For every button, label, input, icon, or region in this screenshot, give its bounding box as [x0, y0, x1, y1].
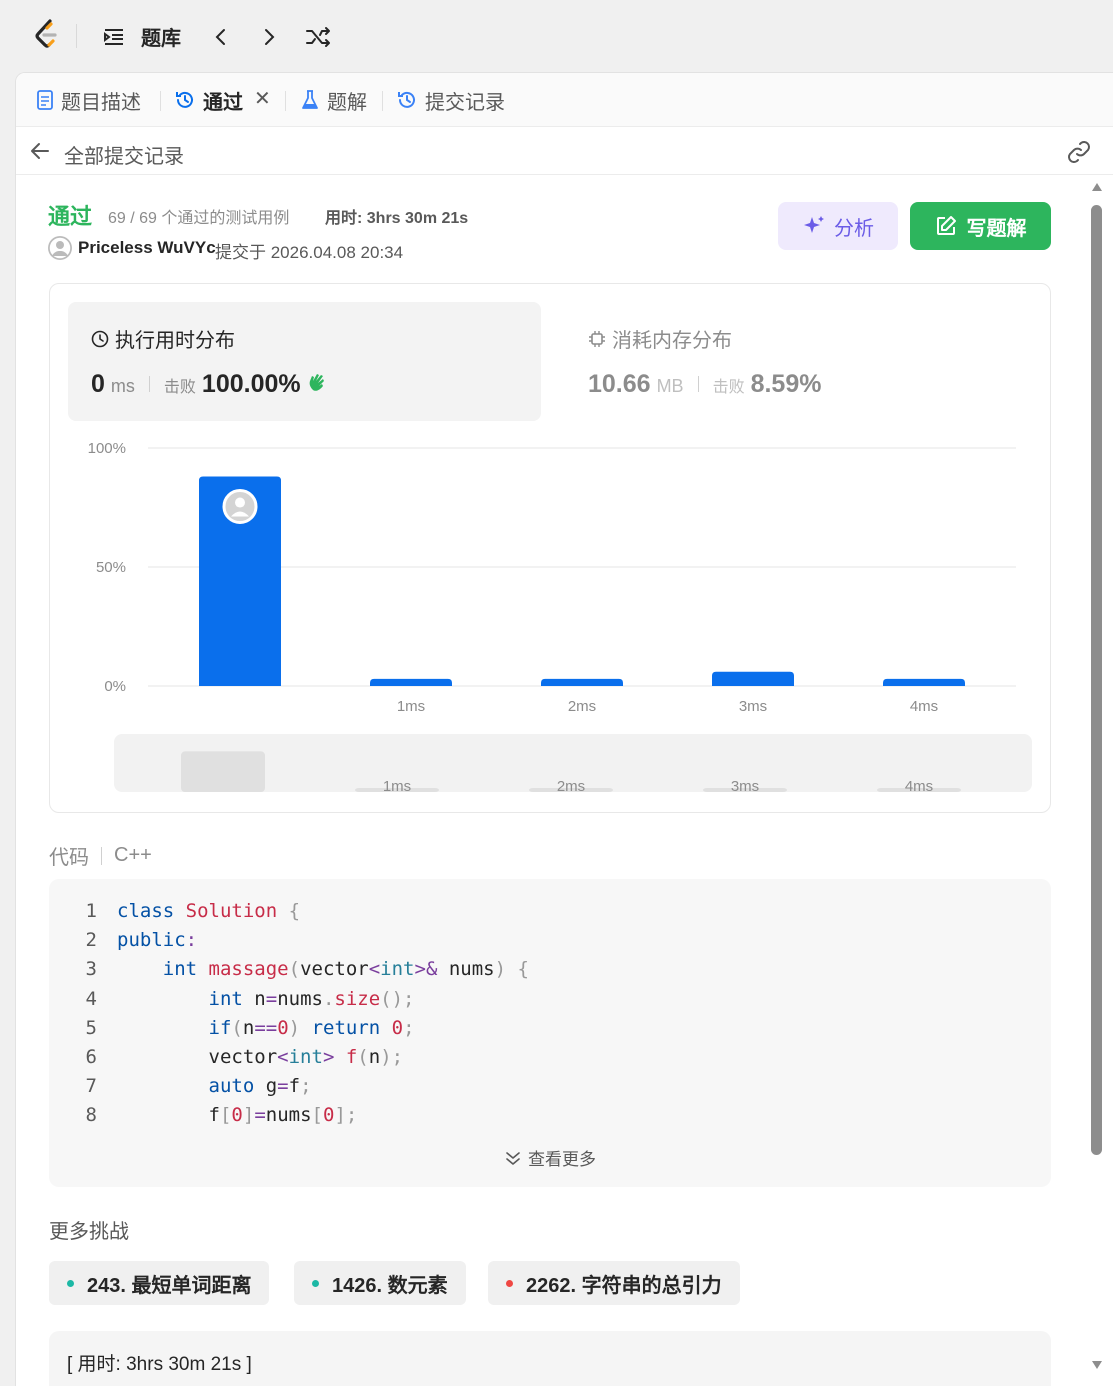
tab-label: 题目描述 [61, 91, 141, 114]
y-tick-label: 100% [88, 440, 126, 457]
chart-bar [712, 671, 794, 686]
document-icon [37, 90, 53, 110]
problem-list-icon[interactable] [102, 22, 126, 52]
code-line: 3 int massage(vector<int>& nums) { [85, 958, 529, 981]
code-line: 7 auto g=f; [85, 1075, 312, 1098]
shuffle-icon[interactable] [305, 22, 333, 52]
code-line: 2 public: [85, 929, 198, 952]
submission-note[interactable]: [ 用时: 3hrs 30m 21s ] [49, 1331, 1051, 1386]
code-lines: 1 class Solution { 2 public: 3 int massage… [49, 897, 529, 1131]
back-arrow-icon[interactable] [28, 139, 52, 163]
challenge-label: 2262. 字符串的总引力 [526, 1274, 722, 1297]
y-tick-label: 0% [104, 678, 126, 695]
tab-bar: 题目描述 通过 ✕ 题解 提交记录 [16, 73, 1113, 127]
code-line: 1 class Solution { [85, 900, 301, 922]
overview-tick-label: 4ms [905, 778, 933, 795]
user-icon [235, 497, 245, 508]
analyze-label: 分析 [834, 217, 874, 240]
x-tick-label: 1ms [397, 698, 425, 715]
tab-solutions[interactable]: 题解 [300, 86, 367, 114]
tab-label: 提交记录 [425, 91, 505, 114]
code-header: 代码 C++ [49, 841, 152, 870]
test-cases-passed: 69 / 69 个通过的测试用例 [108, 210, 290, 227]
x-tick-label: 2ms [568, 698, 596, 715]
chart-bar [370, 678, 452, 686]
problem-bank-title[interactable]: 题库 [141, 21, 181, 51]
code-language: C++ [114, 844, 152, 866]
vertical-scrollbar[interactable] [1087, 175, 1107, 1386]
tab-divider [285, 91, 286, 111]
submit-time: 提交于 2026.04.08 20:34 [215, 243, 404, 262]
distribution-card: 执行用时分布 0 ms 击败 100.00% 消耗内存分布 10.66 MB 击… [49, 283, 1051, 813]
tab-label: 题解 [327, 91, 367, 114]
history-icon [176, 91, 193, 108]
leetcode-logo-icon[interactable] [30, 18, 64, 52]
chart-bar [883, 678, 965, 686]
overview-bar [181, 751, 265, 792]
write-solution-label: 写题解 [966, 217, 1027, 240]
prev-problem-icon[interactable] [210, 22, 232, 52]
challenge-chip[interactable]: 1426. 数元素 [294, 1261, 466, 1305]
double-chevron-down-icon [506, 1151, 520, 1165]
author-name[interactable]: Priceless WuVYc [78, 238, 216, 258]
scrollbar-thumb[interactable] [1091, 205, 1102, 1155]
tab-submissions[interactable]: 提交记录 [396, 86, 505, 114]
code-title: 代码 [49, 847, 89, 869]
scroll-down-icon[interactable] [1092, 1361, 1102, 1369]
tab-divider [382, 91, 383, 111]
code-line: 5 if(n==0) return 0; [85, 1016, 415, 1039]
difficulty-dot [67, 1279, 74, 1287]
submission-panel: 题目描述 通过 ✕ 题解 提交记录 全部提交记录 通过 69 / 69 个通过的… [15, 72, 1113, 1386]
difficulty-dot [312, 1279, 319, 1287]
topbar-divider [76, 24, 77, 48]
elapsed-time: 用时: 3hrs 30m 21s [325, 210, 469, 227]
overview-tick-label: 3ms [731, 778, 759, 795]
tab-divider [160, 91, 161, 111]
close-tab-icon[interactable]: ✕ [254, 89, 271, 109]
tab-description[interactable]: 题目描述 [36, 86, 141, 114]
more-challenges-title: 更多挑战 [49, 1221, 129, 1243]
note-text: [ 用时: 3hrs 30m 21s ] [67, 1354, 252, 1375]
challenge-label: 1426. 数元素 [332, 1274, 448, 1297]
all-submissions-link[interactable]: 全部提交记录 [64, 140, 184, 169]
chart-bar [541, 678, 623, 686]
code-line: 6 vector<int> f(n); [85, 1046, 404, 1069]
scroll-up-icon[interactable] [1092, 183, 1102, 191]
show-more-button[interactable]: 查看更多 [49, 1145, 1051, 1170]
flask-icon [302, 90, 318, 109]
divider [101, 846, 102, 865]
overview-tick-label: 2ms [557, 778, 585, 795]
overview-tick-label: 1ms [383, 778, 411, 795]
code-line: 8 f[0]=nums[0]; [85, 1104, 358, 1127]
user-icon [48, 236, 72, 260]
y-tick-label: 50% [96, 559, 126, 576]
avatar[interactable] [48, 236, 72, 260]
sub-header: 全部提交记录 [16, 127, 1113, 175]
x-tick-label: 4ms [910, 698, 938, 715]
history-icon [398, 91, 415, 108]
x-tick-label: 3ms [739, 698, 767, 715]
top-bar: 题库 [0, 0, 1113, 72]
challenge-chip[interactable]: 2262. 字符串的总引力 [488, 1261, 740, 1305]
analyze-button[interactable]: 分析 [778, 202, 898, 250]
write-solution-button[interactable]: 写题解 [910, 202, 1051, 250]
code-line: 4 int n=nums.size(); [85, 987, 415, 1010]
edit-icon [936, 216, 956, 235]
status-badge: 通过 [48, 204, 93, 229]
link-icon[interactable] [1066, 139, 1092, 165]
submission-detail: 通过 69 / 69 个通过的测试用例 用时: 3hrs 30m 21s Pri… [16, 175, 1084, 1386]
challenge-chip[interactable]: 243. 最短单词距离 [49, 1261, 270, 1305]
sparkle-icon [804, 216, 824, 233]
tab-label: 通过 [203, 91, 243, 114]
show-more-label: 查看更多 [528, 1150, 596, 1169]
challenge-label: 243. 最短单词距离 [87, 1274, 252, 1297]
next-problem-icon[interactable] [258, 22, 280, 52]
tab-accepted[interactable]: 通过 [174, 86, 243, 114]
code-block[interactable]: 1 class Solution { 2 public: 3 int massage… [49, 879, 1051, 1187]
difficulty-dot [506, 1279, 513, 1287]
runtime-distribution-chart: 100% 50% 0% 1ms 2ms 3ms 4ms 1ms 2ms 3ms 4ms [88, 440, 1032, 795]
